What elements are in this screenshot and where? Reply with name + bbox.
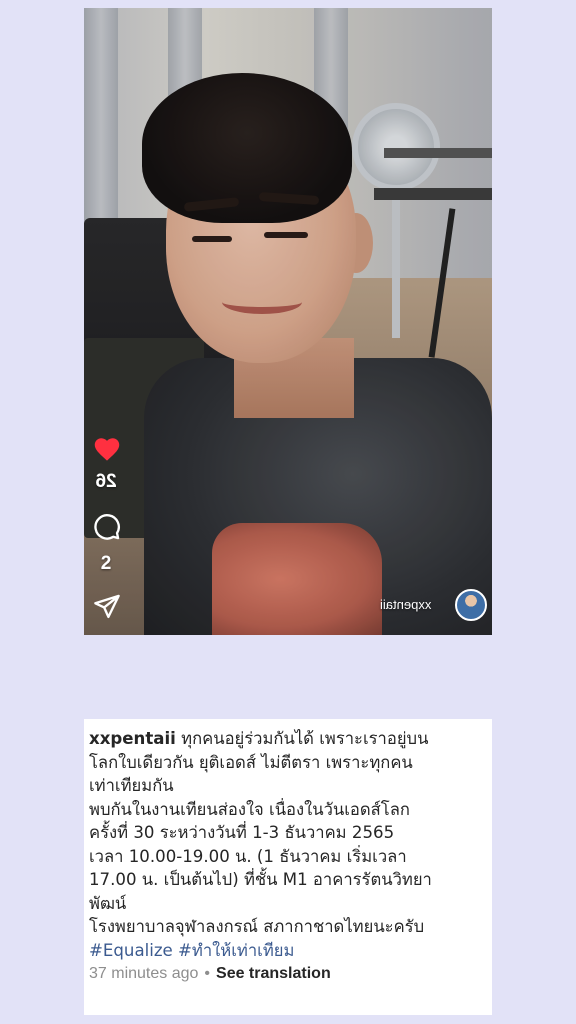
paper-plane-icon[interactable] — [93, 594, 121, 620]
caption: xxpentaii ทุกคนอยู่ร่วมกันได้ เพราะเราอย… — [89, 727, 487, 962]
hashtags[interactable]: #Equalize #ทำให้เท่าเทียม — [89, 939, 487, 963]
caption-line: ครั้งที่ 30 ระหว่างวันที่ 1-3 ธันวาคม 25… — [89, 823, 395, 842]
caption-username[interactable]: xxpentaii — [89, 729, 176, 748]
video-player[interactable]: 26 2 xxpentaii — [84, 8, 492, 635]
separator-dot: • — [204, 965, 211, 982]
comment-count: 2 — [100, 553, 112, 574]
timestamp: 37 minutes ago — [89, 965, 199, 982]
caption-line: 17.00 น. เป็นต้นไป) ที่ชั้น M1 อาคารรัตน… — [89, 870, 432, 889]
caption-card: xxpentaii ทุกคนอยู่ร่วมกันได้ เพราะเราอย… — [84, 719, 492, 1015]
like-count: 26 — [95, 471, 117, 492]
meta-row: 37 minutes ago • See translation — [89, 965, 487, 983]
comment-icon[interactable] — [93, 513, 121, 541]
video-username[interactable]: xxpentaii — [380, 597, 431, 612]
caption-line: xxpentaii ทุกคนอยู่ร่วมกันได้ เพราะเราอย… — [89, 729, 429, 748]
caption-line: เวลา 10.00-19.00 น. (1 ธันวาคม เริ่มเวลา — [89, 846, 407, 866]
video-frame — [84, 8, 492, 635]
caption-line: พบกันในงานเทียนส่องใจ เนื่องในวันเอดส์โล… — [89, 799, 410, 819]
heart-icon[interactable] — [93, 436, 121, 462]
caption-line: โลกใบเดียวกัน ยุติเอดส์ ไม่ตีตรา เพราะทุ… — [89, 752, 413, 772]
caption-line: โรงพยาบาลจุฬาลงกรณ์ สภากาชาดไทยนะครับ — [89, 917, 425, 936]
caption-line: พัฒน์ — [89, 893, 127, 913]
see-translation-link[interactable]: See translation — [216, 965, 331, 982]
caption-line: เท่าเทียมกัน — [89, 776, 174, 795]
avatar[interactable] — [455, 589, 487, 621]
